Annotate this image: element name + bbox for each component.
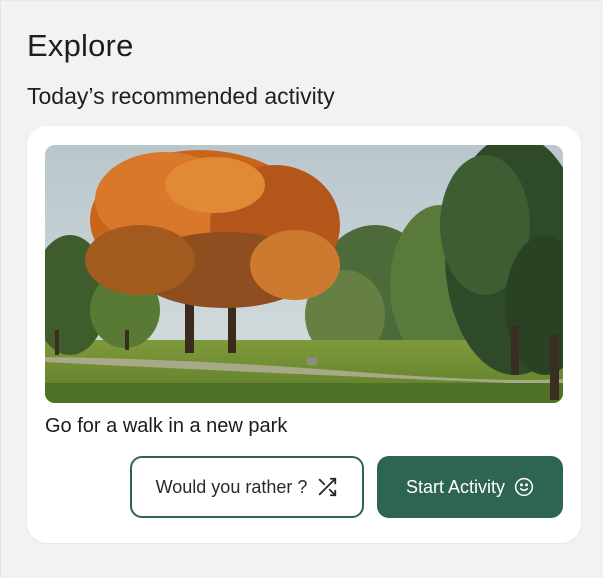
- shuffle-icon: [316, 476, 338, 498]
- page-title: Explore: [27, 28, 134, 63]
- section-title: Today’s recommended activity: [27, 83, 335, 109]
- park-photo: [45, 145, 563, 403]
- activity-name: Go for a walk in a new park: [45, 415, 288, 437]
- smile-icon: [514, 477, 534, 497]
- activity-card: Go for a walk in a new park Would you ra…: [27, 126, 581, 543]
- would-you-rather-label: Would you rather ?: [155, 476, 308, 497]
- start-activity-button[interactable]: Start Activity: [377, 456, 563, 518]
- start-activity-label: Start Activity: [405, 476, 506, 497]
- would-you-rather-button[interactable]: Would you rather ?: [130, 456, 364, 518]
